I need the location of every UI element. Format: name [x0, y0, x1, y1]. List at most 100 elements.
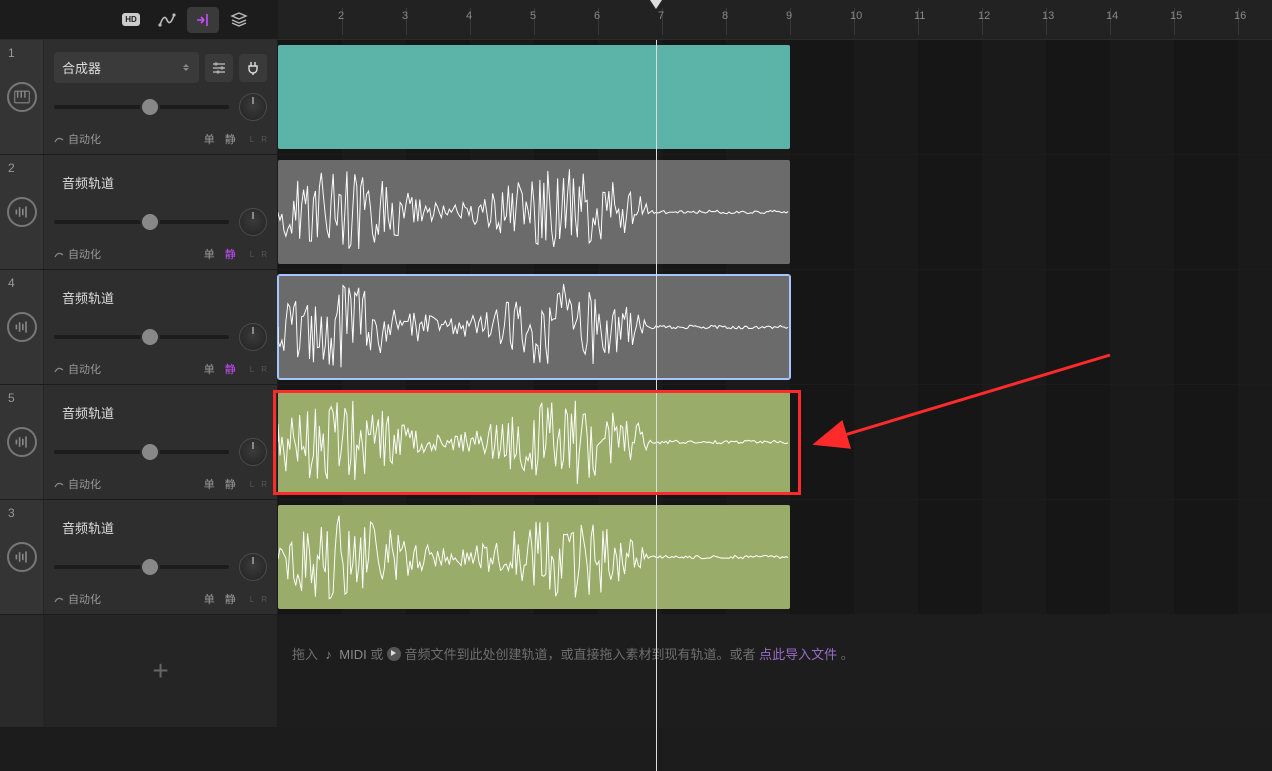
automation-curve-button[interactable] [151, 7, 183, 33]
plug-icon[interactable] [239, 54, 267, 82]
lr-indicator: LR [250, 135, 267, 144]
clip[interactable] [278, 505, 790, 609]
volume-slider[interactable] [54, 450, 229, 454]
ruler-bar-label: 14 [1106, 10, 1118, 22]
mute-button[interactable]: 静 [225, 591, 236, 607]
track-number: 5 [8, 391, 15, 405]
automation-toggle[interactable]: 自动化 [54, 131, 101, 147]
automation-toggle[interactable]: 自动化 [54, 591, 101, 607]
playhead[interactable] [656, 40, 657, 771]
track-lane[interactable] [278, 385, 1272, 499]
ruler-bar-label: 15 [1170, 10, 1182, 22]
ruler-bar-label: 13 [1042, 10, 1054, 22]
note-icon: ♪ [322, 643, 336, 668]
mute-button[interactable]: 静 [225, 131, 236, 147]
ruler-bar-label: 8 [722, 10, 728, 22]
solo-button[interactable]: 单 [204, 591, 215, 607]
top-toolbar: HD 2 3 4 5 6 7 8 9 10 11 12 13 14 15 16 [0, 0, 1272, 40]
automation-toggle[interactable]: 自动化 [54, 361, 101, 377]
audio-icon[interactable] [7, 197, 37, 227]
track-number: 2 [8, 161, 15, 175]
track-lane[interactable] [278, 40, 1272, 154]
add-track-button[interactable]: + [44, 615, 278, 727]
pan-knob[interactable] [239, 553, 267, 581]
automation-toggle[interactable]: 自动化 [54, 246, 101, 262]
ruler-bar-label: 3 [402, 10, 408, 22]
clip[interactable] [278, 160, 790, 264]
track-header: 音频轨道自动化 单静 LR [44, 155, 278, 269]
toolbar-left: HD [0, 0, 278, 39]
track-lane[interactable] [278, 155, 1272, 269]
solo-button[interactable]: 单 [204, 476, 215, 492]
track-name[interactable]: 合成器 [54, 52, 199, 83]
track-number: 4 [8, 276, 15, 290]
import-file-link[interactable]: 点此导入文件 [759, 647, 837, 662]
track-name[interactable]: 音频轨道 [54, 512, 267, 543]
volume-slider[interactable] [54, 220, 229, 224]
ruler-bar-label: 2 [338, 10, 344, 22]
audio-icon[interactable] [7, 312, 37, 342]
chevron-updown-icon [183, 62, 191, 74]
lr-indicator: LR [250, 365, 267, 374]
sliders-icon[interactable] [205, 54, 233, 82]
ruler-bar-label: 10 [850, 10, 862, 22]
clip[interactable] [278, 275, 790, 379]
audio-icon[interactable] [7, 427, 37, 457]
ruler-bar-label: 9 [786, 10, 792, 22]
ruler-bar-label: 6 [594, 10, 600, 22]
track-header: 音频轨道自动化 单静 LR [44, 500, 278, 614]
mute-button[interactable]: 静 [225, 246, 236, 262]
mute-button[interactable]: 静 [225, 361, 236, 377]
timeline-ruler[interactable]: 2 3 4 5 6 7 8 9 10 11 12 13 14 15 16 [278, 0, 1272, 39]
ruler-bar-label: 7 [658, 10, 664, 22]
pan-knob[interactable] [239, 93, 267, 121]
audio-file-icon [387, 647, 401, 661]
solo-button[interactable]: 单 [204, 246, 215, 262]
ruler-bar-label: 16 [1234, 10, 1246, 22]
track-header: 合成器自动化 单静 LR [44, 40, 278, 154]
track-lane[interactable] [278, 500, 1272, 614]
ruler-bar-label: 11 [914, 10, 925, 22]
audio-icon[interactable] [7, 542, 37, 572]
track-header: 音频轨道自动化 单静 LR [44, 385, 278, 499]
volume-slider[interactable] [54, 565, 229, 569]
track-lane[interactable] [278, 270, 1272, 384]
snap-button[interactable] [187, 7, 219, 33]
piano-icon[interactable] [7, 82, 37, 112]
content-area: 1合成器自动化单静LR2音频轨道自动化单静LR4音频轨道自动化单静LR5音频轨道… [0, 40, 1272, 771]
layers-button[interactable] [223, 7, 255, 33]
ruler-bar-label: 5 [530, 10, 536, 22]
clip[interactable] [278, 45, 790, 149]
track-row: 5 音频轨道自动化 单静 LR [0, 385, 1272, 500]
track-row: 2 音频轨道自动化 单静 LR [0, 155, 1272, 270]
solo-button[interactable]: 单 [204, 131, 215, 147]
lr-indicator: LR [250, 250, 267, 259]
clip[interactable] [278, 390, 790, 494]
solo-button[interactable]: 单 [204, 361, 215, 377]
pan-knob[interactable] [239, 438, 267, 466]
track-name[interactable]: 音频轨道 [54, 397, 267, 428]
track-row: 3 音频轨道自动化 单静 LR [0, 500, 1272, 615]
track-row: 4 音频轨道自动化 单静 LR [0, 270, 1272, 385]
lr-indicator: LR [250, 595, 267, 604]
drop-area[interactable]: 拖入 ♪ MIDI 或 音频文件到此处创建轨道，或直接拖入素材到现有轨道。或者 … [278, 615, 1272, 727]
tracks-container: 1合成器自动化单静LR2音频轨道自动化单静LR4音频轨道自动化单静LR5音频轨道… [0, 40, 1272, 771]
lr-indicator: LR [250, 480, 267, 489]
pan-knob[interactable] [239, 208, 267, 236]
playhead-marker[interactable] [650, 0, 662, 9]
automation-toggle[interactable]: 自动化 [54, 476, 101, 492]
track-name[interactable]: 音频轨道 [54, 282, 267, 313]
pan-knob[interactable] [239, 323, 267, 351]
track-header: 音频轨道自动化 单静 LR [44, 270, 278, 384]
track-row: 1 合成器自动化 单静 LR [0, 40, 1272, 155]
track-name[interactable]: 音频轨道 [54, 167, 267, 198]
volume-slider[interactable] [54, 105, 229, 109]
ruler-bar-label: 4 [466, 10, 472, 22]
track-number: 3 [8, 506, 15, 520]
hd-button[interactable]: HD [115, 7, 147, 33]
ruler-bar-label: 12 [978, 10, 990, 22]
track-number: 1 [8, 46, 15, 60]
mute-button[interactable]: 静 [225, 476, 236, 492]
volume-slider[interactable] [54, 335, 229, 339]
drop-area-row: +拖入 ♪ MIDI 或 音频文件到此处创建轨道，或直接拖入素材到现有轨道。或者… [0, 615, 1272, 727]
